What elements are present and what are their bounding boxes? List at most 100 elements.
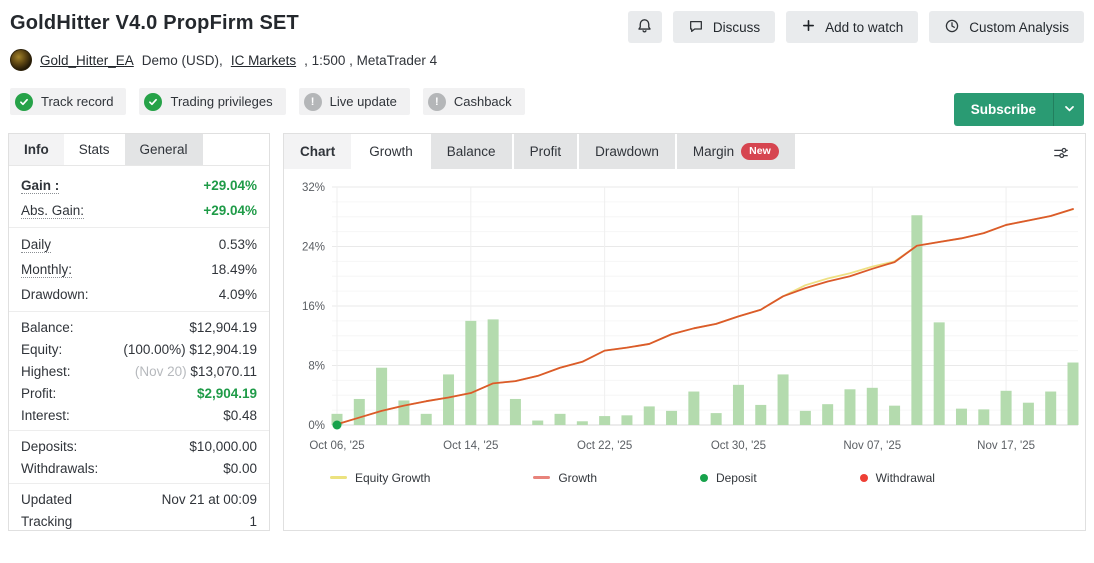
stats-card: Info Stats General Gain : +29.04% Abs. G…: [8, 133, 270, 531]
subscribe-button-group: Subscribe: [954, 93, 1084, 126]
custom-analysis-button[interactable]: Custom Analysis: [929, 11, 1084, 43]
tab-stats[interactable]: Stats: [64, 134, 125, 165]
account-leverage-platform: , 1:500 , MetaTrader 4: [304, 53, 437, 68]
chart-card: Chart Growth Balance Profit Drawdown Mar…: [283, 133, 1086, 531]
exclamation-circle-icon: !: [304, 93, 322, 111]
badge-label: Track record: [41, 94, 113, 109]
topbar: GoldHitter V4.0 PropFirm SET Discuss Add…: [0, 0, 1094, 35]
divider: [9, 311, 269, 312]
badge-track-record[interactable]: Track record: [10, 88, 126, 115]
legend-deposit[interactable]: Deposit: [700, 471, 757, 485]
subscribe-dropdown-button[interactable]: [1053, 93, 1084, 126]
deposits-value: $10,000.00: [189, 439, 257, 454]
stat-row-abs-gain: Abs. Gain: +29.04%: [21, 198, 257, 223]
growth-swatch: [533, 476, 550, 479]
svg-text:Nov 17, '25: Nov 17, '25: [977, 440, 1035, 452]
stat-row-drawdown: Drawdown: 4.09%: [21, 282, 257, 307]
discuss-button[interactable]: Discuss: [673, 11, 775, 43]
interest-value: $0.48: [223, 408, 257, 423]
check-circle-icon: [144, 93, 162, 111]
deposit-swatch: [700, 474, 708, 482]
stat-row-highest: Highest: (Nov 20) $13,070.11: [21, 360, 257, 382]
stat-row-updated: Updated Nov 21 at 00:09: [21, 488, 257, 510]
add-to-watch-label: Add to watch: [825, 20, 903, 35]
svg-text:Oct 14, '25: Oct 14, '25: [443, 440, 498, 452]
legend-label: Equity Growth: [355, 471, 430, 485]
legend-label: Deposit: [716, 471, 757, 485]
updated-label: Updated: [21, 492, 72, 507]
profit-value: $2,904.19: [197, 386, 257, 401]
tab-balance[interactable]: Balance: [431, 134, 512, 169]
legend-equity-growth[interactable]: Equity Growth: [330, 471, 430, 485]
chart-settings-button[interactable]: [1046, 141, 1076, 167]
sliders-icon: [1051, 144, 1071, 165]
tab-info[interactable]: Info: [9, 134, 64, 165]
tab-general[interactable]: General: [125, 134, 203, 165]
stat-row-profit: Profit: $2,904.19: [21, 382, 257, 404]
broker-link[interactable]: IC Markets: [231, 53, 296, 68]
divider: [9, 430, 269, 431]
stats-body: Gain : +29.04% Abs. Gain: +29.04% Daily …: [9, 166, 269, 532]
svg-text:24%: 24%: [302, 241, 325, 253]
svg-text:Oct 30, '25: Oct 30, '25: [711, 440, 766, 452]
check-circle-icon: [15, 93, 33, 111]
badge-label: Cashback: [454, 94, 512, 109]
legend-label: Withdrawal: [876, 471, 935, 485]
main-content: Info Stats General Gain : +29.04% Abs. G…: [0, 115, 1094, 531]
highest-date: (Nov 20): [135, 364, 191, 379]
withdrawal-swatch: [860, 474, 868, 482]
verification-badges-row: Track record Trading privileges ! Live u…: [0, 71, 1094, 115]
badge-trading-privileges[interactable]: Trading privileges: [139, 88, 285, 115]
stat-row-interest: Interest: $0.48: [21, 404, 257, 426]
tab-chart[interactable]: Chart: [284, 134, 351, 169]
speech-bubble-icon: [688, 18, 704, 37]
daily-label[interactable]: Daily: [21, 237, 51, 253]
badge-label: Trading privileges: [170, 94, 272, 109]
monthly-value: 18.49%: [211, 262, 257, 277]
discuss-label: Discuss: [713, 20, 760, 35]
chart-legend: Equity Growth Growth Deposit Withdrawal: [284, 463, 1085, 485]
account-type: Demo (USD),: [142, 53, 223, 68]
account-owner-link[interactable]: Gold_Hitter_EA: [40, 53, 134, 68]
profit-label: Profit:: [21, 386, 56, 401]
balance-label: Balance:: [21, 320, 74, 335]
margin-tab-label: Margin: [693, 144, 734, 159]
chart-tabs: Chart Growth Balance Profit Drawdown Mar…: [284, 134, 1085, 169]
header-actions: Discuss Add to watch Custom Analysis: [628, 11, 1084, 43]
growth-chart[interactable]: 0%8%16%24%32%Oct 06, '25Oct 14, '25Oct 2…: [286, 179, 1083, 463]
deposits-label: Deposits:: [21, 439, 77, 454]
notifications-button[interactable]: [628, 11, 662, 43]
svg-text:Oct 22, '25: Oct 22, '25: [577, 440, 632, 452]
abs-gain-label[interactable]: Abs. Gain:: [21, 203, 84, 219]
chevron-down-icon: [1063, 102, 1076, 118]
legend-label: Growth: [558, 471, 597, 485]
tracking-label: Tracking: [21, 514, 72, 529]
gain-value: +29.04%: [203, 178, 257, 193]
equity-value: (100.00%) $12,904.19: [123, 342, 257, 357]
tab-drawdown[interactable]: Drawdown: [579, 134, 675, 169]
gain-label[interactable]: Gain :: [21, 178, 59, 194]
tab-margin[interactable]: Margin New: [677, 134, 795, 169]
add-to-watch-button[interactable]: Add to watch: [786, 11, 918, 43]
equity-growth-swatch: [330, 476, 347, 479]
avatar: [10, 49, 32, 71]
badge-cashback[interactable]: ! Cashback: [423, 88, 525, 115]
badge-label: Live update: [330, 94, 397, 109]
stat-row-withdrawals: Withdrawals: $0.00: [21, 457, 257, 479]
stat-row-deposits: Deposits: $10,000.00: [21, 435, 257, 457]
monthly-label[interactable]: Monthly:: [21, 262, 72, 278]
legend-withdrawal[interactable]: Withdrawal: [860, 471, 935, 485]
svg-text:Nov 07, '25: Nov 07, '25: [843, 440, 901, 452]
tab-growth[interactable]: Growth: [353, 134, 429, 169]
clock-icon: [944, 18, 960, 37]
svg-text:0%: 0%: [308, 420, 325, 432]
badge-live-update[interactable]: ! Live update: [299, 88, 410, 115]
stat-row-daily: Daily 0.53%: [21, 232, 257, 257]
divider: [9, 483, 269, 484]
bell-icon: [636, 17, 653, 37]
tab-profit[interactable]: Profit: [514, 134, 578, 169]
legend-growth[interactable]: Growth: [533, 471, 597, 485]
exclamation-circle-icon: !: [428, 93, 446, 111]
highest-value: $13,070.11: [190, 364, 257, 379]
subscribe-button[interactable]: Subscribe: [954, 93, 1053, 126]
